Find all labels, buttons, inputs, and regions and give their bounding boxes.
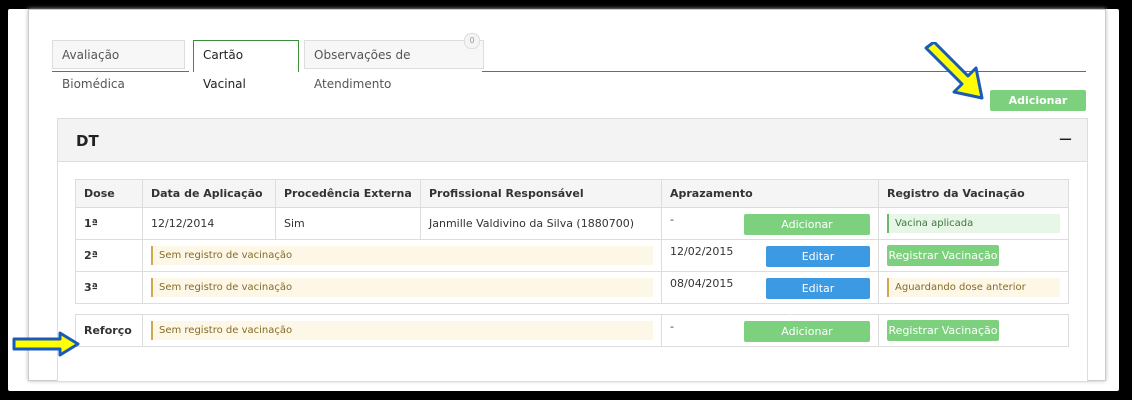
note-cell: Sem registro de vacinação: [142, 239, 662, 272]
registro-cell: Registrar Vacinação: [878, 314, 1069, 347]
professional-cell: Janmille Valdivino da Silva (1880700): [420, 207, 662, 240]
col-header: Dose: [75, 179, 143, 208]
dose-cell: 1ª: [75, 207, 143, 240]
external-cell: Sim: [275, 207, 421, 240]
vaccine-table: Dose Data de Aplicação Procedência Exter…: [75, 179, 1069, 359]
vaccine-section-dt: DT − Dose Data de Aplicação Procedência …: [57, 118, 1088, 382]
table-row: 3ª Sem registro de vacinação 08/04/2015 E…: [75, 271, 1069, 316]
aprazamento-value: 08/04/2015: [670, 277, 734, 290]
section-header[interactable]: DT −: [58, 119, 1087, 162]
aprazamento-value: -: [670, 320, 674, 333]
registro-cell: Aguardando dose anterior: [878, 271, 1069, 304]
aprazamento-cell: - Adicionar Aprazamento: [661, 207, 879, 252]
arrow-pointer-icon: [924, 42, 984, 100]
no-record-note: Sem registro de vacinação: [151, 246, 653, 265]
arrow-pointer-icon: [12, 331, 80, 357]
tab-cartao-vacinal[interactable]: Cartão Vacinal: [193, 40, 299, 91]
add-aprazamento-button[interactable]: Adicionar Aprazamento: [744, 321, 870, 359]
note-cell: Sem registro de vacinação: [142, 314, 662, 347]
tab-underline: [52, 71, 189, 72]
no-record-note: Sem registro de vacinação: [151, 321, 653, 340]
dose-cell: Reforço: [75, 314, 143, 347]
registro-status: Vacina aplicada: [887, 214, 1060, 233]
col-header: Profissional Responsável: [420, 179, 662, 208]
table-row: 1ª 12/12/2014 Sim Janmille Valdivino da …: [75, 207, 1069, 252]
edit-aprazamento-button[interactable]: Editar Aprazamento: [766, 278, 870, 316]
registro-status: Aguardando dose anterior: [887, 278, 1060, 297]
registro-cell: Vacina aplicada: [878, 207, 1069, 240]
add-aprazamento-button[interactable]: Adicionar Aprazamento: [744, 214, 870, 252]
tab-avaliacao-biomedica[interactable]: Avaliação Biomédica: [52, 40, 185, 91]
edit-aprazamento-button[interactable]: Editar Aprazamento: [766, 246, 870, 284]
tab-observacoes-atendimento[interactable]: Observações de Atendimento: [304, 40, 484, 91]
collapse-icon[interactable]: −: [1058, 129, 1073, 150]
tab-underline: [482, 71, 1086, 72]
register-vaccination-button[interactable]: Registrar Vacinação: [887, 245, 999, 266]
spacer-row: [76, 304, 1069, 315]
table-row: 2ª Sem registro de vacinação 12/02/2015 E…: [75, 239, 1069, 284]
add-vaccine-button[interactable]: Adicionar Vacina: [990, 90, 1086, 128]
register-vaccination-button[interactable]: Registrar Vacinação: [887, 320, 999, 341]
aprazamento-value: -: [670, 213, 674, 226]
date-cell: 12/12/2014: [142, 207, 276, 240]
table-row: Reforço Sem registro de vacinação - Adici…: [75, 314, 1069, 359]
observacoes-count-badge: 0: [464, 33, 480, 49]
col-header: Registro da Vacinação: [878, 179, 1069, 208]
no-record-note: Sem registro de vacinação: [151, 278, 653, 297]
dose-cell: 3ª: [75, 271, 143, 304]
note-cell: Sem registro de vacinação: [142, 271, 662, 304]
aprazamento-value: 12/02/2015: [670, 245, 734, 258]
col-header: Procedência Externa: [275, 179, 421, 208]
registro-cell: Registrar Vacinação: [878, 239, 1069, 272]
col-header: Aprazamento: [661, 179, 879, 208]
dose-cell: 2ª: [75, 239, 143, 272]
section-title: DT: [76, 132, 99, 150]
col-header: Data de Aplicação: [142, 179, 276, 208]
spacer-cell: [76, 304, 1069, 315]
